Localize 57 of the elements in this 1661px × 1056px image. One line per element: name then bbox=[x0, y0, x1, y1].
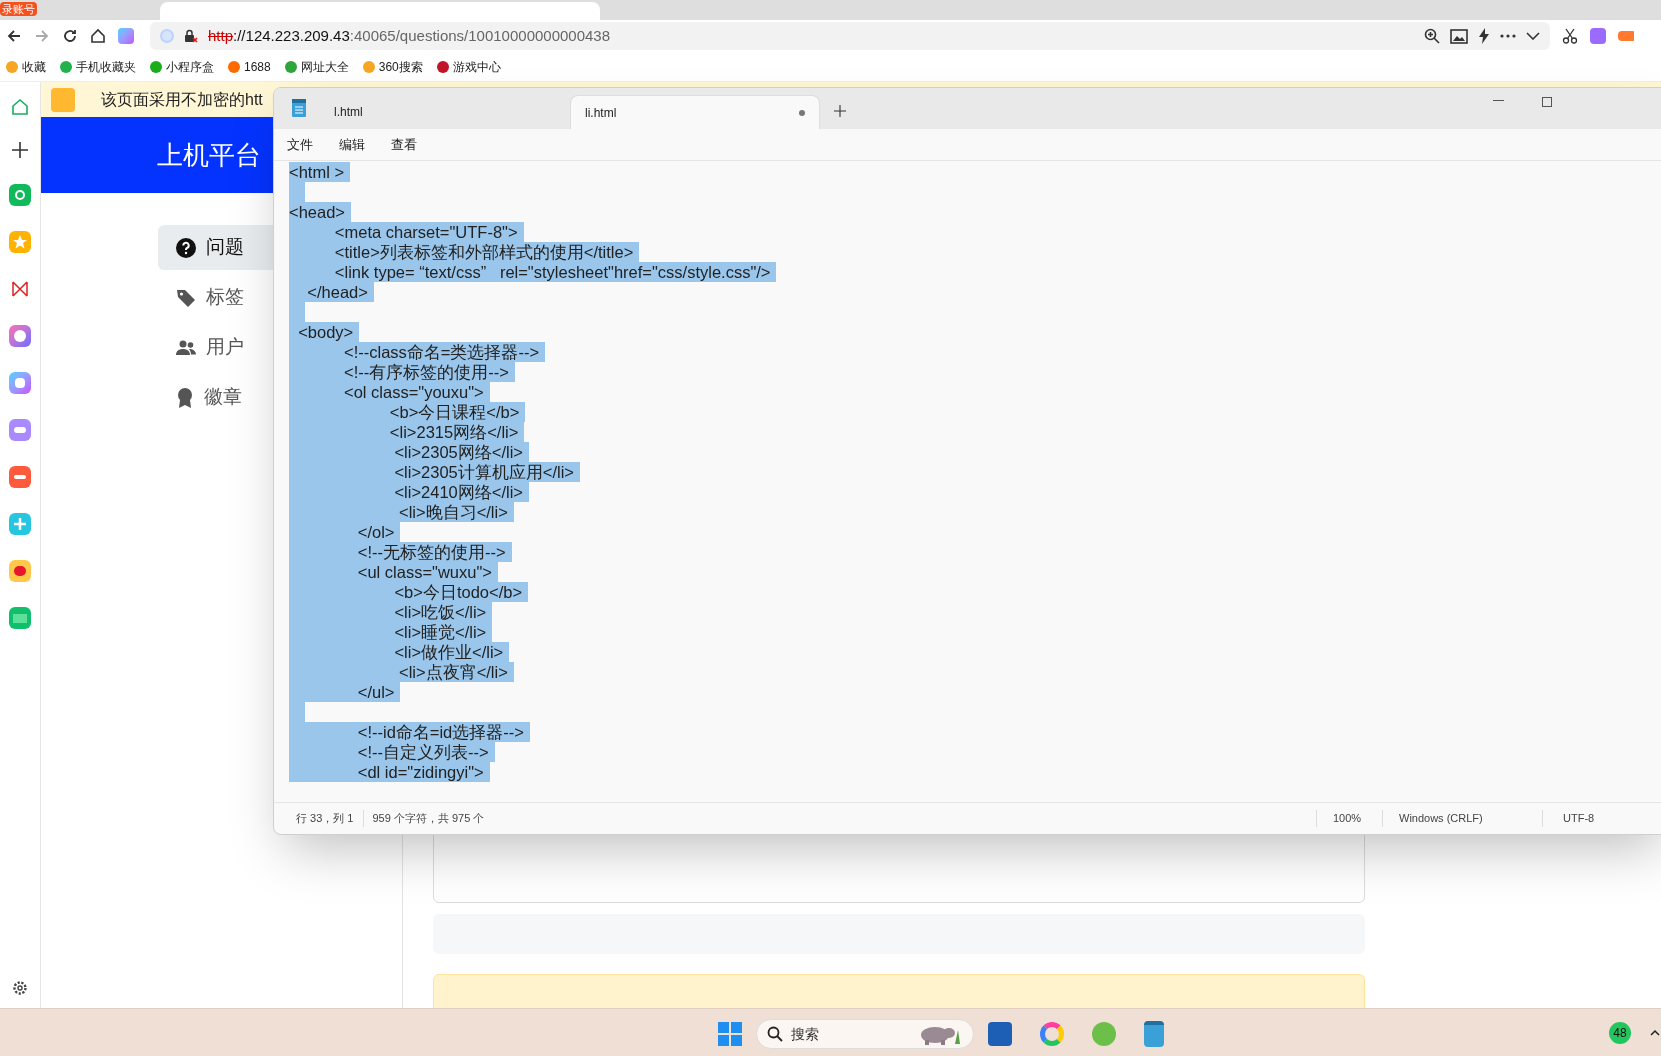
banner-text: 该页面采用不加密的htt bbox=[101, 89, 263, 110]
award-icon bbox=[176, 386, 194, 409]
site-title[interactable]: 上机平台 bbox=[157, 135, 261, 175]
menu-item[interactable]: 查看 bbox=[391, 134, 417, 155]
forward-icon[interactable] bbox=[34, 28, 50, 44]
star-app-icon[interactable] bbox=[9, 231, 31, 253]
menu-item[interactable]: 编辑 bbox=[339, 134, 365, 155]
scissors-icon[interactable] bbox=[1562, 28, 1578, 44]
color-wheel-icon[interactable] bbox=[1040, 1022, 1064, 1046]
address-bar[interactable]: http://124.223.209.43:40065/questions/10010000000000438 bbox=[150, 22, 1550, 50]
line-ending[interactable]: Windows (CRLF) bbox=[1382, 810, 1542, 827]
bookmark[interactable]: 手机收藏夹 bbox=[60, 57, 136, 76]
new-tab-icon[interactable] bbox=[834, 105, 846, 117]
users-icon bbox=[176, 338, 196, 357]
url-text[interactable]: http://124.223.209.43:40065/questions/10010000000000438 bbox=[208, 24, 611, 48]
chevron-down-icon[interactable] bbox=[1526, 32, 1540, 40]
lightning-icon[interactable] bbox=[1478, 28, 1490, 44]
back-icon[interactable] bbox=[6, 28, 22, 44]
start-icon[interactable] bbox=[718, 1022, 742, 1046]
image-icon[interactable] bbox=[1450, 28, 1468, 44]
bookmark[interactable]: 游戏中心 bbox=[436, 57, 501, 76]
bookmark[interactable]: 小程序盒 bbox=[150, 57, 214, 76]
file-tab[interactable]: li.html bbox=[570, 95, 820, 129]
encoding[interactable]: UTF-8 bbox=[1542, 810, 1652, 827]
bookmark[interactable]: 1688 bbox=[228, 57, 271, 76]
translate-icon[interactable] bbox=[1590, 28, 1606, 44]
home-icon[interactable] bbox=[90, 28, 106, 44]
help-icon bbox=[176, 237, 196, 258]
reload-icon[interactable] bbox=[62, 28, 78, 44]
bookmark[interactable]: 收藏 bbox=[6, 57, 46, 76]
notepad-app-icon[interactable] bbox=[1144, 1021, 1164, 1047]
file-tab[interactable]: l.html bbox=[320, 95, 570, 129]
zoom-level[interactable]: 100% bbox=[1316, 810, 1382, 827]
bookmark[interactable]: 网址大全 bbox=[284, 57, 349, 76]
maximize-icon[interactable] bbox=[1542, 97, 1552, 107]
tag-icon bbox=[176, 287, 196, 308]
plus-icon[interactable] bbox=[11, 141, 29, 159]
mail-icon[interactable] bbox=[9, 607, 31, 629]
zoom-icon[interactable] bbox=[1424, 28, 1440, 44]
chevron-up-icon[interactable] bbox=[1650, 1029, 1660, 1036]
nav-item[interactable]: 标签 bbox=[158, 275, 273, 320]
nav-item[interactable]: 问题 bbox=[158, 225, 273, 270]
nav-item[interactable]: 徽章 bbox=[158, 375, 273, 420]
insecure-lock-icon[interactable] bbox=[184, 29, 198, 43]
store-icon[interactable] bbox=[988, 1022, 1012, 1046]
bookmark[interactable]: 360搜索 bbox=[362, 57, 423, 76]
cross-app-icon[interactable] bbox=[9, 513, 31, 535]
search-icon bbox=[767, 1026, 783, 1042]
notepad-icon bbox=[292, 99, 306, 117]
ai-app-icon[interactable] bbox=[118, 28, 134, 44]
menu-item[interactable]: 文件 bbox=[287, 134, 313, 155]
character-count: 959 个字符，共 975 个 bbox=[371, 811, 485, 827]
settings-icon[interactable] bbox=[12, 980, 28, 996]
more-icon[interactable] bbox=[1500, 34, 1516, 38]
taskbar-search[interactable]: 搜索 bbox=[756, 1019, 974, 1049]
cursor-position: 行 33，列 1 bbox=[274, 810, 365, 827]
nav-item[interactable]: 用户 bbox=[158, 325, 273, 370]
